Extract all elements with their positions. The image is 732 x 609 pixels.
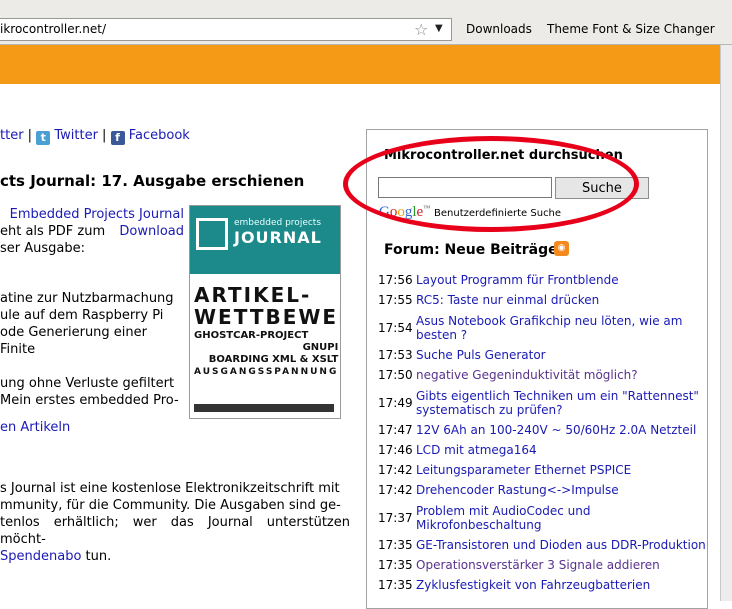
twitter-link-cut[interactable]: tter bbox=[0, 128, 24, 143]
forum-post-link[interactable]: GE-Transistoren und Dioden aus DDR-Produ… bbox=[416, 538, 706, 552]
forum-post-time: 17:37 bbox=[378, 510, 413, 525]
forum-post-time: 17:49 bbox=[378, 395, 413, 410]
twitter-icon[interactable]: t bbox=[36, 131, 51, 145]
site-header-bar bbox=[0, 45, 720, 84]
url-bar[interactable]: ikrocontroller.net/ ☆ ▼ bbox=[0, 18, 452, 41]
more-articles-link[interactable]: en Artikeln bbox=[0, 420, 70, 435]
forum-post-time: 17:55 bbox=[378, 293, 413, 307]
article-topics: atine zur Nutzbarmachung ule auf dem Ras… bbox=[0, 290, 184, 409]
forum-post-link[interactable]: Leitungsparameter Ethernet PSPICE bbox=[416, 463, 631, 477]
cover-line-4: AUSGANGSSPANNUNG bbox=[194, 367, 339, 377]
forum-post-time: 17:47 bbox=[378, 423, 413, 437]
journal-logo-icon bbox=[196, 218, 228, 250]
forum-post-time: 17:35 bbox=[378, 558, 413, 572]
forum-post-row: 17:42 Drehencoder Rastung<->Impulse bbox=[378, 480, 708, 500]
rss-icon[interactable]: ◉ bbox=[554, 241, 569, 256]
cover-headline: ARTIKEL- WETTBEWERB: bbox=[194, 283, 340, 329]
forum-post-time: 17:42 bbox=[378, 483, 413, 497]
about-line-end: tun. bbox=[81, 549, 112, 564]
forum-post-time: 17:42 bbox=[378, 463, 413, 477]
cover-line-1: GHOSTCAR-PROJECT bbox=[194, 330, 309, 341]
forum-post-link[interactable]: negative Gegeninduktivität möglich? bbox=[416, 368, 638, 382]
forum-post-row: 17:50 negative Gegeninduktivität möglich? bbox=[378, 365, 708, 385]
red-highlight-ellipse bbox=[343, 136, 639, 232]
bookmark-star-icon[interactable]: ☆ bbox=[414, 20, 428, 39]
download-link[interactable]: Download bbox=[119, 223, 184, 240]
forum-post-link[interactable]: Gibts eigentlich Techniken um ein "Ratte… bbox=[416, 389, 708, 417]
forum-post-link[interactable]: Suche Puls Generator bbox=[416, 348, 546, 362]
forum-post-time: 17:46 bbox=[378, 443, 413, 457]
forum-post-link[interactable]: RC5: Taste nur einmal drücken bbox=[416, 293, 599, 307]
topic-line: ode Generierung einer Finite bbox=[0, 325, 147, 357]
cover-brand-big: JOURNAL bbox=[234, 228, 322, 247]
intro-text-1: eht als PDF zum bbox=[0, 224, 106, 239]
forum-post-row: 17:53 Suche Puls Generator bbox=[378, 345, 708, 365]
topic-line: Mein erstes embedded Pro- bbox=[0, 393, 179, 408]
cover-headline-2: WETTBEWERB: bbox=[194, 305, 340, 329]
facebook-icon[interactable]: f bbox=[110, 131, 125, 145]
forum-post-time: 17:56 bbox=[378, 273, 413, 287]
forum-post-row: 17:49 Gibts eigentlich Techniken um ein "… bbox=[378, 385, 708, 420]
forum-post-row: 17:55 RC5: Taste nur einmal drücken bbox=[378, 290, 708, 310]
forum-post-link[interactable]: Zyklusfestigkeit von Fahrzeugbatterien bbox=[416, 578, 650, 592]
forum-post-row: 17:42 Leitungsparameter Ethernet PSPICE bbox=[378, 460, 708, 480]
cover-headline-1: ARTIKEL- bbox=[194, 283, 312, 307]
forum-post-link[interactable]: 12V 6Ah an 100-240V ~ 50/60Hz 2.0A Netzt… bbox=[416, 423, 696, 437]
about-line: tenlos erhältlich; wer das Journal unter… bbox=[0, 515, 350, 547]
bookmark-theme-changer[interactable]: Theme Font & Size Changer bbox=[547, 22, 715, 36]
about-line: s Journal ist eine kostenlose Elektronik… bbox=[0, 481, 340, 496]
forum-post-time: 17:35 bbox=[378, 538, 413, 552]
forum-post-link[interactable]: Asus Notebook Grafikchip neu löten, wie … bbox=[416, 314, 708, 342]
journal-link[interactable]: Embedded Projects Journal bbox=[10, 207, 184, 222]
forum-post-row: 17:35 GE-Transistoren und Dioden aus DDR-… bbox=[378, 535, 708, 555]
forum-post-row: 17:37 Problem mit AudioCodec und Mikrofon… bbox=[378, 500, 708, 535]
forum-post-time: 17:53 bbox=[378, 348, 413, 362]
forum-title: Forum: Neue Beiträge bbox=[384, 242, 558, 258]
forum-post-row: 17:56 Layout Programm für Frontblende bbox=[378, 270, 708, 290]
forum-post-row: 17:54 Asus Notebook Grafikchip neu löten,… bbox=[378, 310, 708, 345]
cover-header: embedded projects JOURNAL bbox=[190, 206, 340, 274]
spendenabo-link[interactable]: Spendenabo bbox=[0, 549, 81, 564]
journal-cover-image[interactable]: embedded projects JOURNAL ARTIKEL- WETTB… bbox=[189, 205, 341, 419]
forum-post-row: 17:46 LCD mit atmega164 bbox=[378, 440, 708, 460]
bookmark-downloads[interactable]: Downloads bbox=[466, 22, 532, 36]
forum-post-time: 17:35 bbox=[378, 578, 413, 592]
forum-post-time: 17:54 bbox=[378, 320, 413, 335]
forum-post-link[interactable]: Layout Programm für Frontblende bbox=[416, 273, 619, 287]
topic-line: ung ohne Verluste gefiltert bbox=[0, 376, 175, 391]
twitter-link[interactable]: Twitter bbox=[54, 128, 98, 143]
forum-post-row: 17:35 Operationsverstärker 3 Signale addi… bbox=[378, 555, 708, 575]
topic-spacer bbox=[0, 358, 184, 375]
journal-about: s Journal ist eine kostenlose Elektronik… bbox=[0, 480, 350, 565]
cover-brand-small: embedded projects bbox=[234, 218, 322, 228]
url-dropdown-icon[interactable]: ▼ bbox=[435, 23, 443, 34]
cover-line-3: BOARDING XML & XSLT bbox=[208, 354, 339, 365]
forum-post-link[interactable]: LCD mit atmega164 bbox=[416, 443, 537, 457]
topic-line: atine zur Nutzbarmachung bbox=[0, 291, 174, 306]
cover-line-2: GNUPI bbox=[302, 342, 339, 353]
url-text[interactable]: ikrocontroller.net/ bbox=[0, 22, 106, 36]
topic-line: ule auf dem Raspberry Pi bbox=[0, 308, 164, 323]
forum-post-row: 17:47 12V 6Ah an 100-240V ~ 50/60Hz 2.0A … bbox=[378, 420, 708, 440]
article-intro: Embedded Projects Journal eht als PDF zu… bbox=[0, 206, 184, 257]
forum-post-link[interactable]: Drehencoder Rastung<->Impulse bbox=[416, 483, 619, 497]
cover-subtitles: GHOSTCAR-PROJECT GNUPI BOARDING XML & XS… bbox=[194, 330, 338, 378]
intro-text-2: ser Ausgabe: bbox=[0, 241, 86, 256]
social-links: tter | t Twitter | f Facebook bbox=[0, 128, 190, 145]
vertical-scrollbar[interactable] bbox=[720, 45, 732, 601]
browser-toolbar: ikrocontroller.net/ ☆ ▼ Downloads Theme … bbox=[0, 0, 732, 45]
article-headline: cts Journal: 17. Ausgabe erschienen bbox=[0, 172, 305, 190]
forum-post-link[interactable]: Problem mit AudioCodec und Mikrofonbesch… bbox=[416, 504, 708, 532]
forum-post-row: 17:35 Zyklusfestigkeit von Fahrzeugbatter… bbox=[378, 575, 708, 595]
forum-post-list: 17:56 Layout Programm für Frontblende 17:5… bbox=[378, 270, 708, 595]
cover-footer bbox=[194, 404, 334, 412]
about-line: mmunity, für die Community. Die Ausgaben… bbox=[0, 498, 341, 513]
forum-post-link[interactable]: Operationsverstärker 3 Signale addieren bbox=[416, 558, 660, 572]
forum-post-time: 17:50 bbox=[378, 368, 413, 382]
facebook-link[interactable]: Facebook bbox=[129, 128, 190, 143]
